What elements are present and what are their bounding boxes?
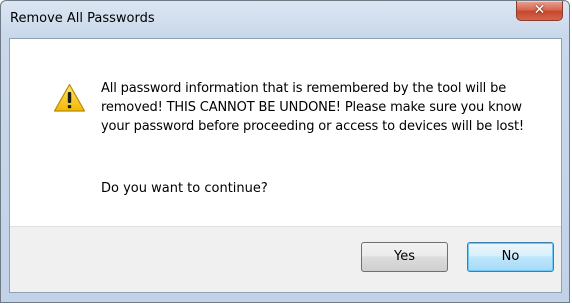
confirmation-question: Do you want to continue? <box>101 181 268 196</box>
yes-button[interactable]: Yes <box>361 242 448 272</box>
close-icon: ✕ <box>533 2 546 18</box>
window-title: Remove All Passwords <box>10 11 155 26</box>
button-bar: Yes No <box>10 226 561 292</box>
close-button[interactable]: ✕ <box>516 1 563 21</box>
title-bar[interactable]: Remove All Passwords ✕ <box>1 1 569 39</box>
warning-icon <box>53 83 86 112</box>
dialog-window: Remove All Passwords ✕ All password info… <box>0 0 570 303</box>
dialog-content: All password information that is remembe… <box>9 38 562 293</box>
no-button[interactable]: No <box>467 242 554 272</box>
warning-message: All password information that is remembe… <box>101 81 524 134</box>
